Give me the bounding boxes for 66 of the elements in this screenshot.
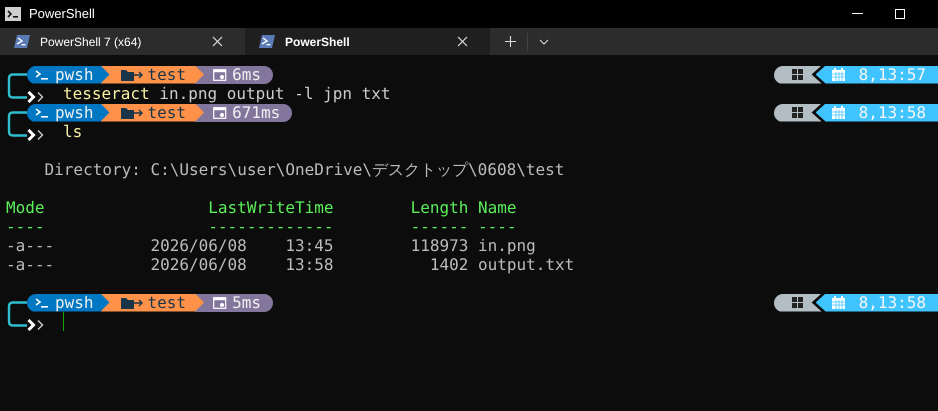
chevron-icon (27, 319, 44, 331)
powershell-icon (14, 35, 30, 48)
directory-path: Directory: C:\Users\user\OneDrive\デスクトップ\0608\test (44, 160, 564, 179)
prompt-connector-line (7, 301, 27, 327)
command-name: tesseract (63, 84, 150, 103)
command-arguments: in.png output -l jpn txt (159, 84, 391, 103)
tab[interactable]: PowerShell (245, 28, 490, 55)
chevron-icon (27, 129, 44, 141)
header-underline: ------ (410, 217, 468, 236)
duration-text: 671ms (232, 103, 280, 122)
prompt-connector-line (7, 111, 27, 137)
folder-icon (120, 296, 143, 308)
path-text: test (148, 65, 186, 84)
time-text: 8,13:57 (858, 65, 926, 84)
shell-name: pwsh (55, 293, 94, 312)
prompt-connector-line (7, 73, 27, 99)
date-cell: 2026/06/08 (150, 236, 247, 255)
header-underline: ---- (478, 217, 517, 236)
windows-icon (792, 297, 803, 308)
column-header: Name (478, 198, 517, 217)
calendar-icon (832, 296, 845, 309)
folder-icon (120, 106, 143, 118)
column-header: Length (410, 198, 468, 217)
shell-name: pwsh (55, 65, 94, 84)
prompt-icon (35, 108, 49, 118)
header-underline: ---- (6, 217, 45, 236)
close-icon[interactable] (212, 36, 223, 47)
duration-text: 5ms (232, 293, 261, 312)
shell-name: pwsh (55, 103, 94, 122)
calendar-icon (832, 68, 845, 81)
close-icon[interactable] (457, 36, 468, 47)
path-text: test (148, 293, 186, 312)
time-cell: 13:45 (285, 236, 334, 255)
window-gear-icon (213, 68, 228, 80)
path-text: test (148, 103, 186, 122)
duration-text: 6ms (232, 65, 261, 84)
chevron-icon (27, 91, 44, 103)
minimize-icon[interactable] (852, 13, 863, 15)
windows-icon (792, 69, 803, 80)
time-text: 8,13:58 (858, 103, 926, 122)
date-cell: 2026/06/08 (150, 255, 247, 274)
folder-icon (120, 68, 143, 80)
prompt-icon (35, 70, 49, 80)
plus-icon[interactable] (505, 36, 516, 47)
prompt-icon (35, 298, 49, 308)
command-name: ls (63, 122, 82, 141)
window-title: PowerShell (29, 5, 95, 24)
dropdown-icon[interactable] (539, 38, 549, 44)
header-underline: ------------- (208, 217, 334, 236)
mode-cell: -a--- (6, 236, 54, 255)
column-header: Mode (6, 198, 45, 217)
time-cell: 13:58 (285, 255, 334, 274)
maximize-icon[interactable] (895, 9, 905, 19)
windows-icon (792, 107, 803, 118)
calendar-icon (832, 106, 845, 119)
name-cell: output.txt (478, 255, 574, 274)
mode-cell: -a--- (6, 255, 54, 274)
powershell-icon (259, 35, 275, 48)
name-cell: in.png (478, 236, 536, 255)
time-text: 8,13:58 (858, 293, 926, 312)
length-cell: 118973 (410, 236, 468, 255)
terminal-icon (5, 7, 21, 21)
window-gear-icon (213, 296, 228, 308)
window-gear-icon (213, 106, 228, 118)
column-header: LastWriteTime (208, 198, 334, 217)
length-cell: 1402 (430, 255, 468, 274)
